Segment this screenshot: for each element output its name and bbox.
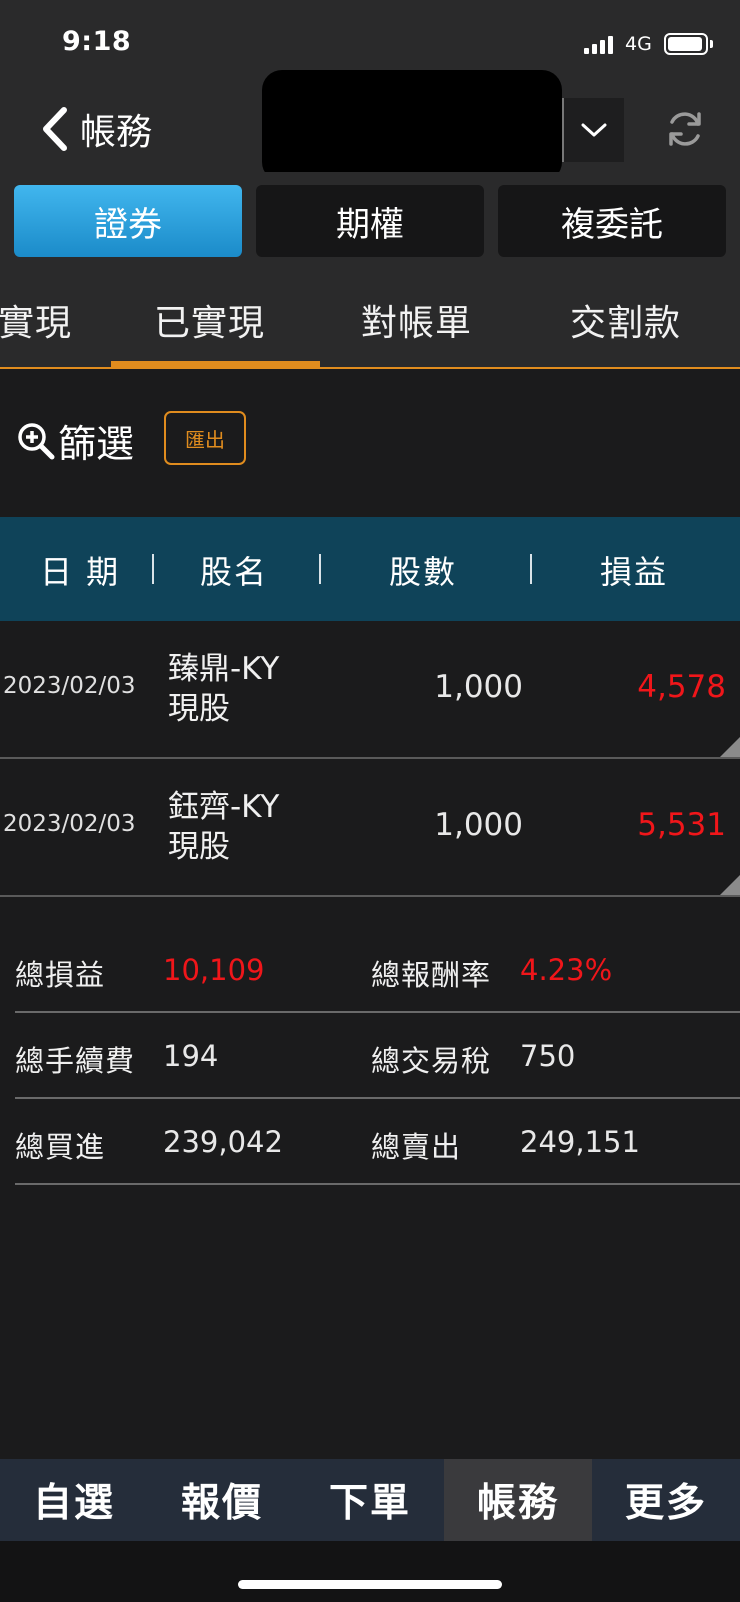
column-header-date: 日 期: [40, 553, 121, 591]
battery-tip: [710, 40, 713, 48]
zoom-in-icon: [18, 422, 55, 459]
table-row[interactable]: 2023/02/03 臻鼎-KY 現股 1,000 4,578: [0, 621, 740, 759]
tab-watchlist[interactable]: 自選: [0, 1459, 148, 1541]
summary-row: 總手續費 194 總交易稅 750: [15, 1013, 740, 1099]
total-fee-label: 總手續費: [15, 1044, 136, 1078]
active-tab-indicator: [111, 361, 320, 367]
home-area: [0, 1541, 740, 1602]
refresh-icon[interactable]: [664, 108, 706, 150]
tab-quotes[interactable]: 報價: [148, 1459, 296, 1541]
column-header-pl: 損益: [600, 553, 669, 591]
segment-sub-brokerage[interactable]: 複委託: [498, 185, 726, 257]
status-time: 9:18: [62, 26, 132, 57]
market-segments: 證券 期權 複委託: [0, 172, 740, 266]
filter-row: 篩選 匯出: [0, 369, 740, 517]
total-pl-value: 10,109: [163, 953, 265, 987]
tab-accounts[interactable]: 帳務: [444, 1459, 592, 1541]
export-button[interactable]: 匯出: [164, 411, 246, 465]
total-tax-value: 750: [520, 1039, 576, 1073]
table-row[interactable]: 2023/02/03 鈺齊-KY 現股 1,000 5,531: [0, 759, 740, 897]
tab-realized[interactable]: 已實現: [154, 294, 265, 346]
column-divider: [319, 554, 321, 584]
app-header: 帳務: [0, 70, 740, 182]
filter-button[interactable]: 篩選: [16, 413, 134, 468]
row-date: 2023/02/03: [3, 811, 136, 837]
segment-securities[interactable]: 證券: [14, 185, 242, 257]
chevron-down-icon: [581, 123, 607, 137]
total-return-value: 4.23%: [520, 953, 613, 987]
total-sell-value: 249,151: [520, 1125, 640, 1159]
summary-section: 總損益 10,109 總報酬率 4.23% 總手續費 194 總交易稅 750 …: [15, 927, 740, 1185]
total-return-label: 總報酬率: [371, 958, 492, 992]
column-header-shares: 股數: [389, 553, 458, 591]
bottom-tab-bar: 自選 報價 下單 帳務 更多: [0, 1459, 740, 1541]
home-indicator[interactable]: [238, 1580, 502, 1589]
column-header-name: 股名: [200, 553, 269, 591]
row-shares: 1,000: [434, 807, 523, 843]
row-stock-name: 臻鼎-KY: [168, 651, 280, 687]
signal-icon: [584, 36, 614, 54]
row-stock: 鈺齊-KY 現股: [168, 787, 279, 867]
row-profit-loss: 5,531: [637, 807, 726, 843]
tab-order[interactable]: 下單: [296, 1459, 444, 1541]
tab-unrealized[interactable]: 實現: [0, 294, 72, 346]
tab-settlement[interactable]: 交割款: [570, 294, 681, 346]
account-dropdown-button[interactable]: [562, 98, 624, 162]
row-profit-loss: 4,578: [637, 669, 726, 705]
summary-row: 總損益 10,109 總報酬率 4.23%: [15, 927, 740, 1013]
total-buy-label: 總買進: [15, 1130, 106, 1164]
redacted-account: [262, 70, 562, 182]
total-pl-label: 總損益: [15, 958, 106, 992]
total-fee-value: 194: [163, 1039, 219, 1073]
total-tax-label: 總交易稅: [371, 1044, 492, 1078]
table-header: 日 期 股名 股數 損益: [0, 517, 740, 621]
row-expand-indicator: [720, 875, 740, 895]
summary-row: 總買進 239,042 總賣出 249,151: [15, 1099, 740, 1185]
total-sell-label: 總賣出: [371, 1130, 462, 1164]
filter-label: 篩選: [58, 422, 135, 466]
row-date: 2023/02/03: [3, 673, 136, 699]
row-stock-name: 鈺齊-KY: [168, 789, 280, 825]
chevron-left-icon: [43, 107, 67, 151]
total-buy-value: 239,042: [163, 1125, 283, 1159]
row-stock: 臻鼎-KY 現股: [168, 649, 279, 729]
row-stock-type: 現股: [168, 829, 230, 865]
back-label: 帳務: [80, 112, 153, 153]
row-shares: 1,000: [434, 669, 523, 705]
segment-futures-options[interactable]: 期權: [256, 185, 484, 257]
tab-more[interactable]: 更多: [592, 1459, 740, 1541]
column-divider: [530, 554, 532, 584]
subtab-bar: 實現 已實現 對帳單 交割款: [0, 266, 740, 369]
row-stock-type: 現股: [168, 691, 230, 727]
row-expand-indicator: [720, 737, 740, 757]
battery-icon: [664, 33, 708, 55]
tab-statement[interactable]: 對帳單: [361, 294, 472, 346]
column-divider: [152, 554, 154, 584]
back-button[interactable]: 帳務: [40, 104, 152, 154]
network-type: 4G: [625, 33, 652, 55]
